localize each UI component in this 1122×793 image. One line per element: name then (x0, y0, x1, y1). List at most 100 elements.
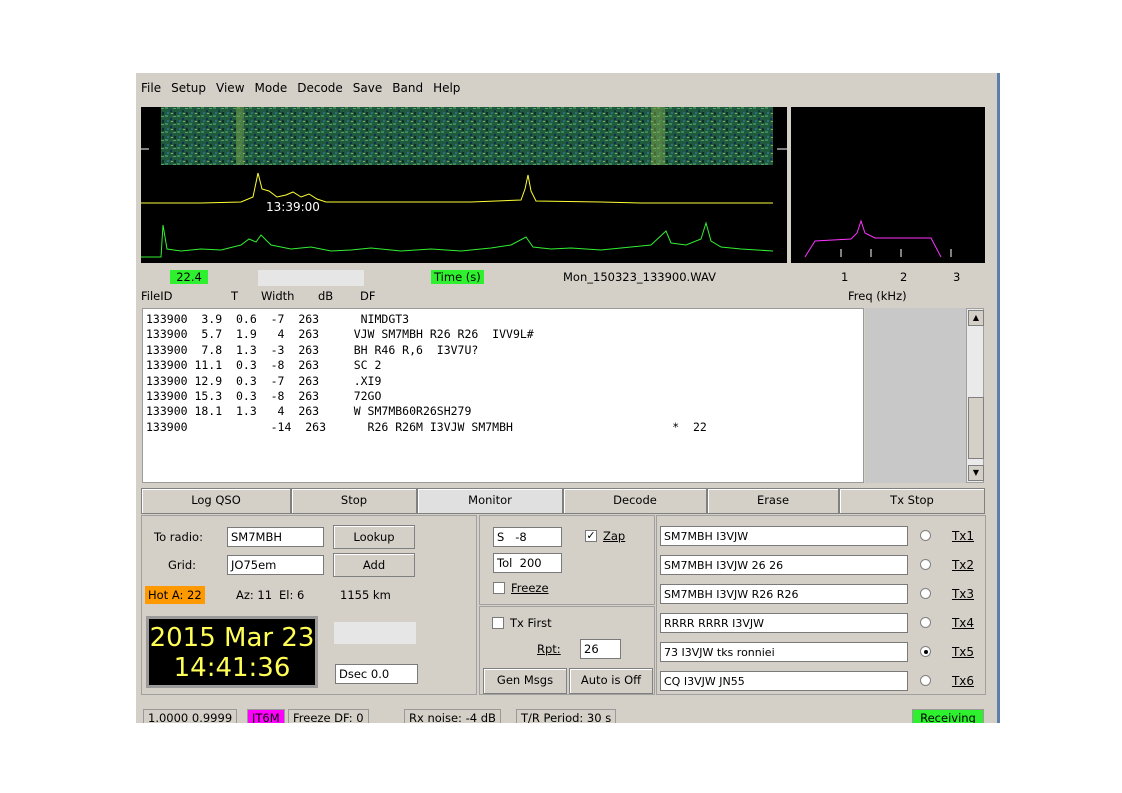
power-trace (141, 172, 773, 204)
status-freeze-df: Freeze DF: 0 (288, 709, 369, 723)
clock-time: 14:41:36 (173, 653, 291, 683)
status-rx-noise: Rx noise: -4 dB (404, 709, 501, 723)
col-fileid: FileID (141, 289, 173, 303)
tx-first-label: Tx First (510, 616, 552, 630)
tx-first-checkbox[interactable] (492, 617, 504, 629)
gray-indicator (334, 622, 416, 644)
to-radio-input[interactable]: SM7MBH (227, 527, 324, 547)
tx3-message[interactable]: SM7MBH I3VJW R26 R26 (660, 584, 908, 604)
s-label: S (497, 530, 505, 544)
rpt-input[interactable]: 26 (580, 639, 621, 659)
scroll-down-icon[interactable]: ▼ (968, 465, 984, 481)
tol-display[interactable]: Tol 200 (493, 553, 562, 573)
col-df: DF (360, 289, 376, 303)
stop-button[interactable]: Stop (291, 488, 417, 514)
scroll-up-icon[interactable]: ▲ (968, 310, 984, 326)
rpt-label: Rpt: (537, 642, 561, 656)
status-tr-period: T/R Period: 30 s (516, 709, 617, 723)
trace-timestamp: 13:39:00 (266, 200, 320, 214)
azimuth-label: Az: 11 (236, 588, 273, 602)
log-qso-button[interactable]: Log QSO (141, 488, 291, 514)
freq-axis-label: Freq (kHz) (848, 289, 907, 303)
decode-line: 133900 18.1 1.3 4 263 W SM7MB60R26SH279 (146, 404, 472, 419)
status-mode: JT6M (247, 709, 285, 723)
to-radio-label: To radio: (154, 530, 203, 544)
tx6-message[interactable]: CQ I3VJW JN55 (660, 671, 908, 691)
decode-line: 133900 15.3 0.3 -8 263 72GO (146, 389, 382, 404)
erase-button[interactable]: Erase (707, 488, 839, 514)
tx1-radio[interactable] (920, 530, 931, 541)
auto-button[interactable]: Auto is Off (569, 668, 653, 694)
tx2-message[interactable]: SM7MBH I3VJW 26 26 (660, 555, 908, 575)
decode-line: 133900 7.8 1.3 -3 263 BH R46 R,6 I3V7U? (146, 342, 479, 357)
elevation-label: El: 6 (279, 588, 305, 602)
add-button[interactable]: Add (333, 553, 415, 577)
tx3-radio[interactable] (920, 588, 931, 599)
grid-label: Grid: (168, 558, 197, 572)
filename-label: Mon_150323_133900.WAV (563, 270, 716, 284)
tx4-button[interactable]: Tx4 (948, 616, 978, 630)
monitor-button[interactable]: Monitor (417, 488, 563, 514)
freq-tick-2: 2 (900, 270, 908, 284)
menu-setup[interactable]: Setup (166, 81, 211, 99)
tx2-button[interactable]: Tx2 (948, 558, 978, 572)
tx4-message[interactable]: RRRR RRRR I3VJW (660, 613, 908, 633)
vertical-scrollbar[interactable]: ▲ ▼ (966, 308, 984, 483)
gen-msgs-button[interactable]: Gen Msgs (483, 668, 567, 694)
tx5-radio[interactable] (920, 646, 931, 657)
tx2-radio[interactable] (920, 559, 931, 570)
grid-input[interactable]: JO75em (227, 555, 324, 575)
decode-line: 133900 -14 263 R26 R26M I3VJW SM7MBH * 2… (146, 419, 707, 434)
tol-value: 200 (519, 556, 542, 570)
s-meter-display: S -8 (493, 527, 562, 547)
waterfall-panel[interactable]: 13:39:00 (141, 107, 787, 263)
decode-text-area[interactable]: 133900 3.9 0.6 -7 263 NIMDGT3 133900 5.7 … (142, 308, 864, 483)
status-values: 1.0000 0.9999 (143, 709, 238, 723)
menu-decode[interactable]: Decode (292, 81, 348, 99)
decode-button[interactable]: Decode (563, 488, 707, 514)
time-label: Time (s) (431, 270, 484, 284)
tx5-button[interactable]: Tx5 (948, 645, 978, 659)
tx5-message[interactable]: 73 I3VJW tks ronniei (660, 642, 908, 662)
distance-label: 1155 km (340, 588, 391, 602)
freeze-checkbox[interactable] (493, 582, 505, 594)
tx6-button[interactable]: Tx6 (948, 674, 978, 688)
spectrum-curve (804, 219, 942, 258)
menu-help[interactable]: Help (428, 81, 465, 99)
tx-stop-button[interactable]: Tx Stop (839, 488, 985, 514)
menu-band[interactable]: Band (387, 81, 428, 99)
menu-file[interactable]: File (136, 81, 166, 99)
menu-mode[interactable]: Mode (250, 81, 293, 99)
spectrum-panel[interactable] (791, 107, 985, 263)
tx4-radio[interactable] (920, 617, 931, 628)
average-text-area[interactable] (865, 308, 966, 483)
menu-view[interactable]: View (211, 81, 249, 99)
status-receiving: Receiving (912, 709, 984, 723)
tx1-message[interactable]: SM7MBH I3VJW (660, 526, 908, 546)
tx1-button[interactable]: Tx1 (948, 529, 978, 543)
spectrum-trace (141, 221, 774, 258)
zap-checkbox[interactable]: ✓ (585, 530, 597, 542)
tx3-button[interactable]: Tx3 (948, 587, 978, 601)
tx6-radio[interactable] (920, 675, 931, 686)
waterfall-graph: 13:39:00 (141, 107, 787, 258)
col-width: Width (261, 289, 295, 303)
clock-date: 2015 Mar 23 (149, 623, 315, 653)
menu-save[interactable]: Save (348, 81, 387, 99)
lookup-button[interactable]: Lookup (333, 525, 415, 549)
freq-tick-1: 1 (841, 270, 849, 284)
scroll-thumb[interactable] (968, 397, 984, 459)
hot-a-badge: Hot A: 22 (145, 586, 205, 604)
dsec-display: Dsec 0.0 (335, 664, 418, 684)
clock-display: 2015 Mar 23 14:41:36 (146, 616, 318, 688)
menu-bar: File Setup View Mode Decode Save Band He… (136, 81, 465, 99)
app-window: File Setup View Mode Decode Save Band He… (136, 73, 1000, 723)
col-db: dB (318, 289, 334, 303)
tol-label: Tol (497, 556, 513, 570)
col-t: T (231, 289, 239, 303)
window-border (997, 73, 1000, 723)
decode-line: 133900 5.7 1.9 4 263 VJW SM7MBH R26 R26 … (146, 327, 534, 342)
zap-label: Zap (603, 529, 626, 543)
freeze-label: Freeze (511, 581, 549, 595)
decode-line: 133900 12.9 0.3 -7 263 .XI9 (146, 373, 382, 388)
